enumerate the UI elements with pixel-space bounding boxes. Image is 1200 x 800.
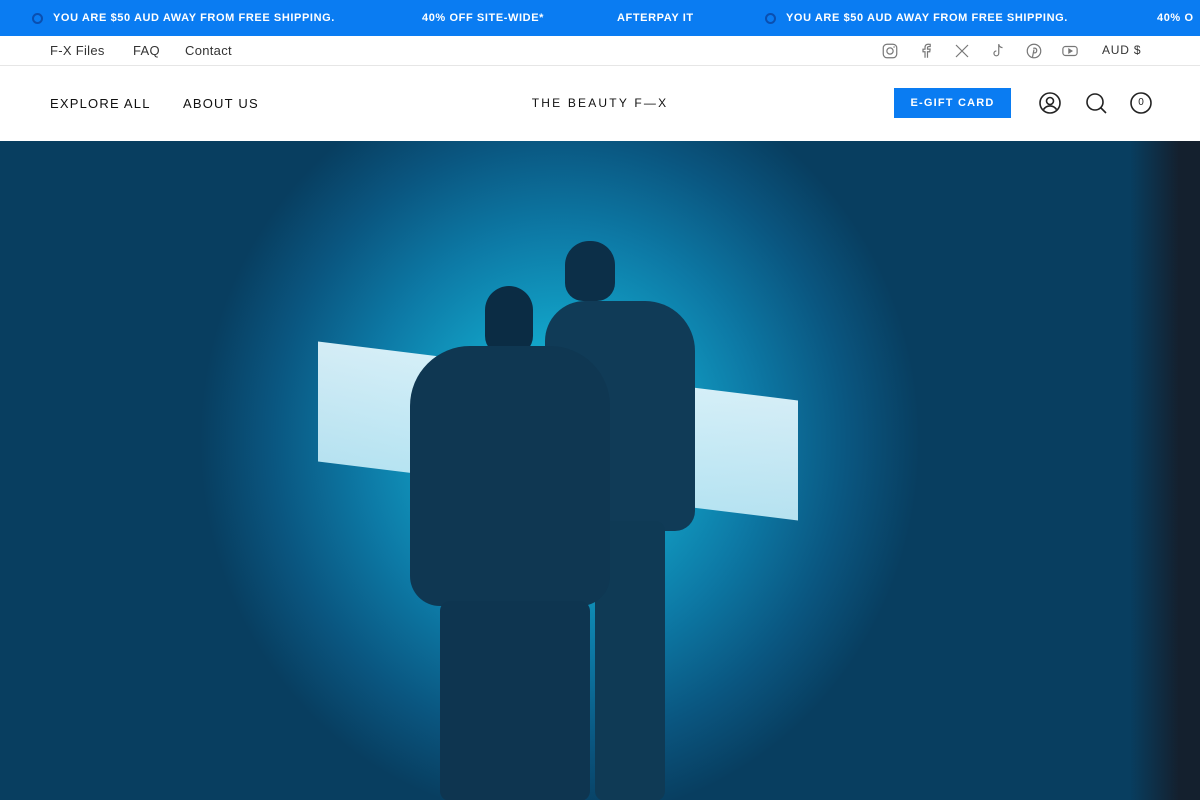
announcement-text: YOU ARE $50 AUD AWAY FROM FREE SHIPPING. <box>786 12 1068 24</box>
announcement-dot-icon <box>32 12 43 24</box>
cart-count: 0 <box>1138 97 1144 108</box>
hero-right-shadow <box>1130 141 1200 800</box>
link-faq[interactable]: FAQ <box>133 36 160 65</box>
main-navigation: THE BEAUTY F—X EXPLORE ALL ABOUT US E-GI… <box>0 66 1200 141</box>
announcement-text: 40% O <box>1157 12 1194 24</box>
tiktok-icon[interactable] <box>989 42 1007 60</box>
announcement-bar: YOU ARE $50 AUD AWAY FROM FREE SHIPPING.… <box>0 0 1200 36</box>
hero-figure-legs <box>440 601 590 800</box>
search-icon[interactable] <box>1084 91 1108 115</box>
announcement-item: YOU ARE $50 AUD AWAY FROM FREE SHIPPING. <box>765 0 1068 36</box>
announcement-text: 40% OFF SITE-WIDE* <box>422 12 545 24</box>
nav-explore-all[interactable]: EXPLORE ALL <box>50 66 151 141</box>
facebook-icon[interactable] <box>917 42 935 60</box>
hero-image <box>0 141 1200 800</box>
utility-bar: F-X Files FAQ Contact <box>0 36 1200 66</box>
hero-figure-torso <box>410 346 610 606</box>
announcement-item: YOU ARE $50 AUD AWAY FROM FREE SHIPPING. <box>32 0 335 36</box>
announcement-item: AFTERPAY IT <box>617 0 694 36</box>
announcement-text: AFTERPAY IT <box>617 12 694 24</box>
announcement-item: 40% O <box>1157 0 1194 36</box>
cart-icon[interactable]: 0 <box>1129 91 1153 115</box>
link-contact[interactable]: Contact <box>185 36 232 65</box>
link-fx-files[interactable]: F-X Files <box>50 36 105 65</box>
x-icon[interactable] <box>953 42 971 60</box>
instagram-icon[interactable] <box>881 42 899 60</box>
announcement-dot-icon <box>765 12 776 24</box>
announcement-text: YOU ARE $50 AUD AWAY FROM FREE SHIPPING. <box>53 12 335 24</box>
site-logo[interactable]: THE BEAUTY F—X <box>0 66 1200 141</box>
hero-figure-head <box>565 241 615 301</box>
account-icon[interactable] <box>1038 91 1062 115</box>
currency-selector[interactable]: AUD $ <box>1102 36 1141 65</box>
nav-about-us[interactable]: ABOUT US <box>183 66 259 141</box>
pinterest-icon[interactable] <box>1025 42 1043 60</box>
egift-card-button[interactable]: E-GIFT CARD <box>894 88 1011 118</box>
youtube-icon[interactable] <box>1061 42 1079 60</box>
announcement-item: 40% OFF SITE-WIDE* <box>422 0 544 36</box>
